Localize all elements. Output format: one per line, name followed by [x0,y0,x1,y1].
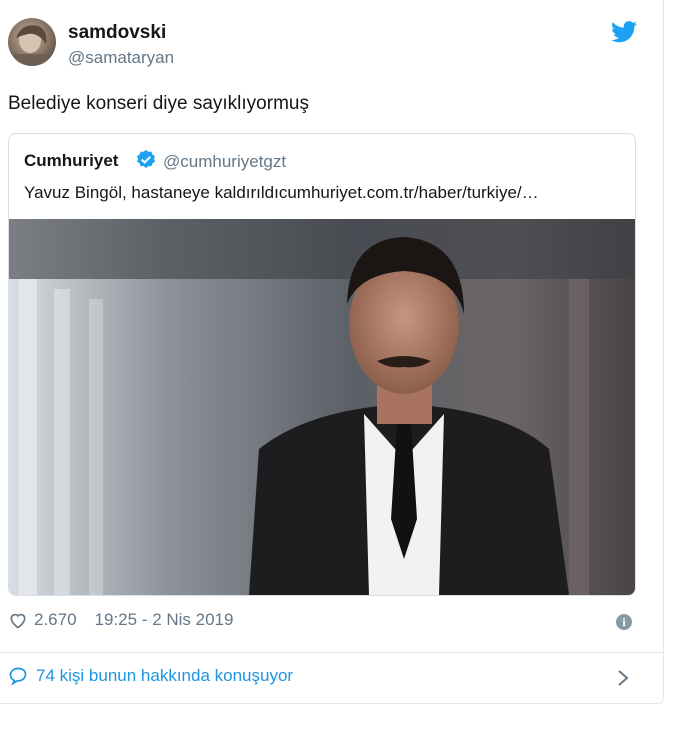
info-icon[interactable]: i [616,614,632,630]
chevron-right-icon[interactable] [616,668,630,688]
user-avatar[interactable] [8,18,56,66]
speech-bubble-icon [9,667,27,686]
quoted-display-name[interactable]: Cumhuriyet [24,151,118,171]
heart-icon[interactable] [8,610,28,630]
tweet-text: Belediye konseri diye sayıklıyormuş [8,93,309,114]
display-name[interactable]: samdovski [68,22,166,44]
tweet-meta: 2.670 19:25 - 2 Nis 2019 [8,610,233,630]
twitter-bird-icon[interactable] [611,21,637,43]
timestamp[interactable]: 19:25 - 2 Nis 2019 [95,610,234,630]
divider [0,652,664,653]
quoted-text: Yavuz Bingöl, hastaneye kaldırıldıcumhur… [24,183,539,202]
portrait-photo[interactable] [9,219,635,595]
tweet-card: samdovski @samataryan Belediye konseri d… [0,0,664,704]
quoted-tweet[interactable]: Cumhuriyet @cumhuriyetgzt Yavuz Bingöl, … [8,133,636,596]
verified-badge-icon [137,150,155,168]
like-count[interactable]: 2.670 [34,610,77,630]
user-handle[interactable]: @samataryan [68,48,174,68]
conversation-label[interactable]: 74 kişi bunun hakkında konuşuyor [36,666,293,686]
quoted-handle[interactable]: @cumhuriyetgzt [163,152,286,172]
conversation-link[interactable]: 74 kişi bunun hakkında konuşuyor [8,666,293,686]
